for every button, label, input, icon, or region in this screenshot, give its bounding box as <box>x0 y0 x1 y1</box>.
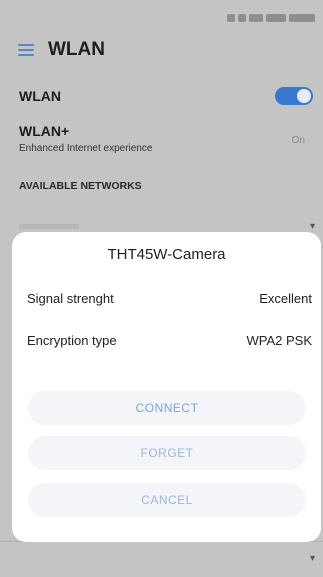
wlan-toggle[interactable] <box>275 87 313 105</box>
page-title: WLAN <box>48 39 105 60</box>
app-header: WLAN <box>0 30 323 72</box>
wlan-plus-label: WLAN+ <box>19 123 70 139</box>
battery-icon <box>266 14 286 22</box>
info-value: WPA2 PSK <box>246 333 312 348</box>
wifi-signal-icon: ▾ <box>309 221 315 232</box>
encryption-type-row: Encryption type WPA2 PSK <box>27 333 312 353</box>
available-networks-heading: AVAILABLE NETWORKS <box>19 180 142 192</box>
wlan-label: WLAN <box>19 88 61 104</box>
wlan-plus-value: On <box>291 135 305 146</box>
cancel-button[interactable]: CANCEL <box>28 483 306 517</box>
status-icon <box>227 14 235 22</box>
wifi-signal-icon: ▾ <box>309 553 315 564</box>
signal-icon <box>249 14 263 22</box>
status-icon <box>238 14 246 22</box>
status-bar <box>227 10 315 26</box>
dialog-title: THT45W-Camera <box>107 246 226 263</box>
wlan-plus-row[interactable]: WLAN+ Enhanced Internet experience On <box>0 118 323 162</box>
info-label: Encryption type <box>27 333 117 348</box>
network-details-dialog: THT45W-Camera Signal strenght Excellent … <box>12 232 321 542</box>
connect-button[interactable]: CONNECT <box>28 391 306 425</box>
info-value: Excellent <box>259 291 312 306</box>
signal-strength-row: Signal strenght Excellent <box>27 291 312 311</box>
info-label: Signal strenght <box>27 291 114 306</box>
menu-icon[interactable] <box>18 44 34 56</box>
toggle-knob <box>297 89 311 103</box>
wlan-row[interactable]: WLAN <box>0 80 323 112</box>
wlan-plus-subtitle: Enhanced Internet experience <box>19 143 153 154</box>
clock <box>289 14 315 22</box>
network-item[interactable] <box>19 224 79 229</box>
forget-button[interactable]: FORGET <box>28 436 306 470</box>
